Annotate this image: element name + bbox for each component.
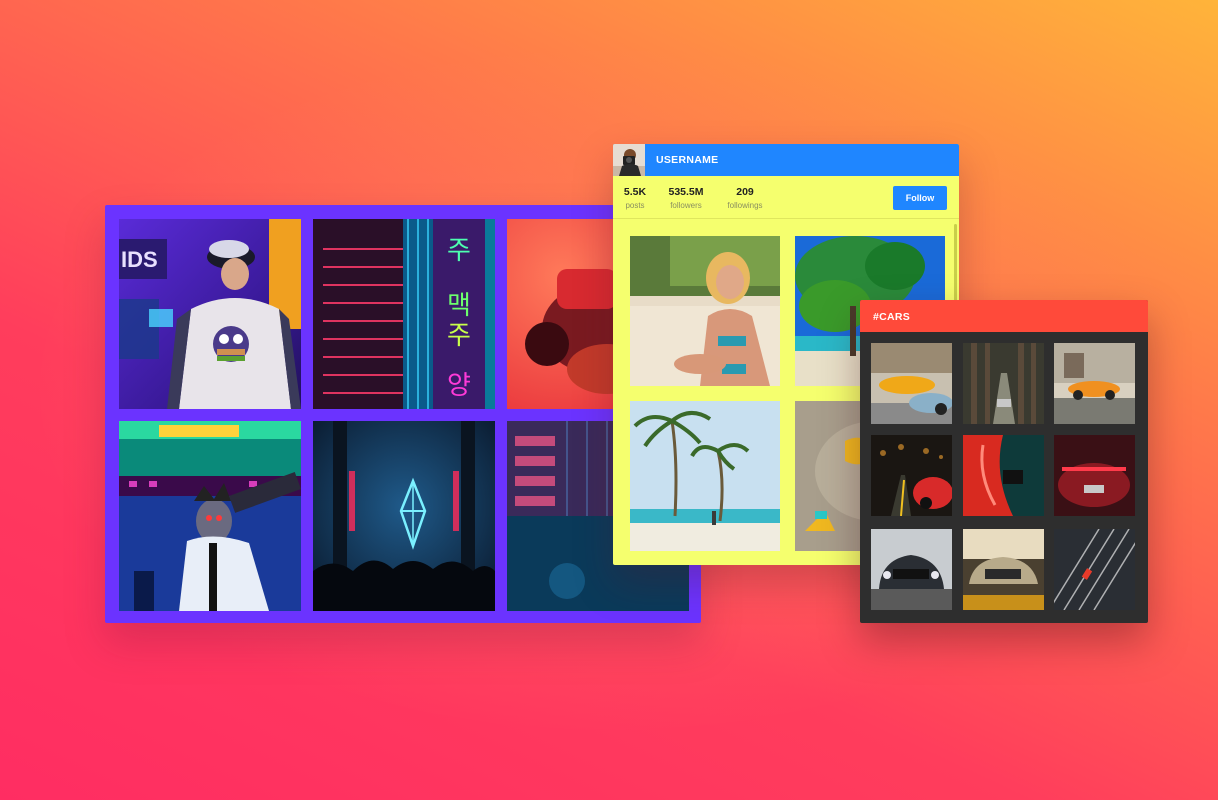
- stat-followers-value: 535.5M: [668, 186, 704, 198]
- stat-followings: 209 followings: [720, 186, 770, 210]
- car-photo-red-rear[interactable]: [1054, 435, 1135, 516]
- stat-posts-value: 5.5K: [623, 186, 647, 198]
- car-photo-forest-road[interactable]: [963, 343, 1044, 424]
- car-photo-red-night[interactable]: [871, 435, 952, 516]
- feed-post-palm-beach[interactable]: [630, 401, 780, 551]
- car-photo-mustang-front[interactable]: [871, 529, 952, 610]
- car-photo-vintage[interactable]: [963, 529, 1044, 610]
- avatar[interactable]: [613, 144, 645, 176]
- svg-text:양: 양: [447, 371, 471, 401]
- grid-photo-neon-diamond[interactable]: [313, 421, 495, 611]
- follow-button[interactable]: Follow: [893, 186, 947, 210]
- scrollbar[interactable]: [954, 224, 957, 304]
- car-photo-red-closeup[interactable]: [963, 435, 1044, 516]
- car-photo-aerial-road[interactable]: [1054, 529, 1135, 610]
- feed-post-beach-woman[interactable]: [630, 236, 780, 386]
- hashtag-cars-widget: #CARS: [860, 300, 1148, 623]
- car-photo-yellow-sports[interactable]: [871, 343, 952, 424]
- stat-posts-label: posts: [625, 201, 645, 210]
- svg-text:맥: 맥: [447, 291, 471, 321]
- hashtag-title[interactable]: #CARS: [873, 311, 910, 323]
- svg-text:주: 주: [447, 321, 471, 351]
- username[interactable]: USERNAME: [656, 154, 719, 166]
- grid-photo-vr-boy[interactable]: IDS: [119, 219, 301, 409]
- photo-grid-widget: IDS 주 맥 주 양: [105, 205, 701, 623]
- profile-header: USERNAME: [613, 144, 959, 176]
- stat-followings-value: 209: [736, 186, 754, 198]
- hashtag-header: #CARS: [860, 300, 1148, 332]
- car-photo-orange-lambo[interactable]: [1054, 343, 1135, 424]
- stat-posts: 5.5K posts: [613, 186, 660, 210]
- grid-photo-cyber-robot[interactable]: [119, 421, 301, 611]
- stat-followers-label: followers: [670, 201, 702, 210]
- svg-text:IDS: IDS: [121, 247, 158, 272]
- grid-photo-neon-stairs[interactable]: 주 맥 주 양: [313, 219, 495, 409]
- svg-text:주: 주: [447, 236, 471, 266]
- stat-followers: 535.5M followers: [661, 186, 711, 210]
- stat-followings-label: followings: [727, 201, 763, 210]
- divider: [613, 218, 959, 219]
